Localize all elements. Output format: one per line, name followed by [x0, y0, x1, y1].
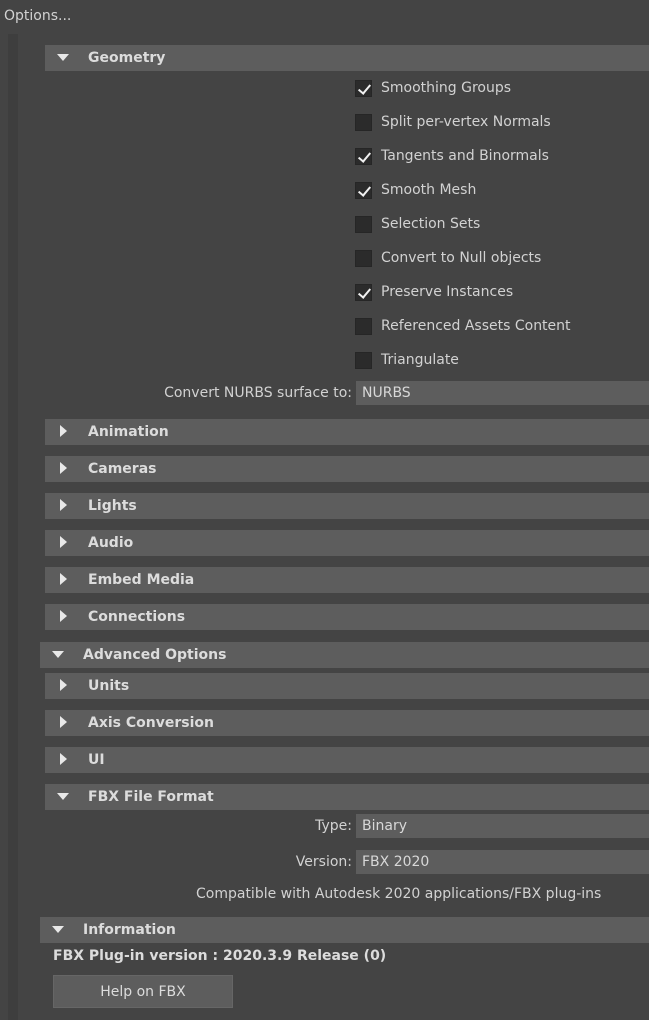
checkbox-label: Preserve Instances: [381, 284, 514, 300]
checkbox-smooth-mesh[interactable]: Smooth Mesh: [355, 179, 476, 201]
expand-right-icon: [57, 747, 73, 773]
checkbox-unchecked-icon[interactable]: [355, 317, 372, 335]
checkbox-checked-icon[interactable]: [355, 283, 372, 301]
expand-right-icon: [57, 567, 73, 593]
section-units-header[interactable]: Units: [45, 673, 649, 699]
checkbox-unchecked-icon[interactable]: [355, 249, 372, 267]
window-title: Options...: [4, 8, 72, 24]
section-audio-label: Audio: [88, 535, 134, 551]
checkbox-checked-icon[interactable]: [355, 79, 372, 97]
section-connections-header[interactable]: Connections: [45, 604, 649, 630]
checkbox-tangents-and-binormals[interactable]: Tangents and Binormals: [355, 145, 549, 167]
fbx-type-dropdown[interactable]: Binary: [356, 814, 649, 838]
checkbox-label: Smooth Mesh: [381, 182, 477, 198]
section-audio-header[interactable]: Audio: [45, 530, 649, 556]
expand-right-icon: [57, 673, 73, 699]
checkbox-label: Smoothing Groups: [381, 80, 512, 96]
fbx-version-label: Version:: [295, 854, 352, 870]
section-advanced-options-header[interactable]: Advanced Options: [40, 642, 649, 668]
section-units-label: Units: [88, 678, 130, 694]
checkbox-triangulate[interactable]: Triangulate: [355, 349, 459, 371]
checkbox-split-per-vertex-normals[interactable]: Split per-vertex Normals: [355, 111, 551, 133]
checkbox-checked-icon[interactable]: [355, 181, 372, 199]
checkbox-smoothing-groups[interactable]: Smoothing Groups: [355, 77, 511, 99]
checkbox-selection-sets[interactable]: Selection Sets: [355, 213, 480, 235]
checkbox-unchecked-icon[interactable]: [355, 215, 372, 233]
section-geometry-label: Geometry: [88, 50, 166, 66]
expand-right-icon: [57, 604, 73, 630]
expand-down-icon: [57, 784, 73, 810]
expand-right-icon: [57, 530, 73, 556]
section-ui-label: UI: [88, 752, 105, 768]
section-connections-label: Connections: [88, 609, 186, 625]
section-embed-media-header[interactable]: Embed Media: [45, 567, 649, 593]
section-advanced-options-label: Advanced Options: [83, 647, 227, 663]
checkbox-unchecked-icon[interactable]: [355, 113, 372, 131]
compatibility-note: Compatible with Autodesk 2020 applicatio…: [196, 886, 602, 902]
section-information-header[interactable]: Information: [40, 917, 649, 943]
checkbox-preserve-instances[interactable]: Preserve Instances: [355, 281, 513, 303]
section-fbx-file-format-label: FBX File Format: [88, 789, 214, 805]
fbx-type-label: Type:: [315, 818, 352, 834]
checkbox-label: Convert to Null objects: [381, 250, 542, 266]
expand-down-icon: [52, 917, 68, 943]
checkbox-label: Split per-vertex Normals: [381, 114, 551, 130]
plugin-version-text: FBX Plug-in version : 2020.3.9 Release (…: [53, 948, 387, 964]
expand-right-icon: [57, 710, 73, 736]
expand-down-icon: [52, 642, 68, 668]
checkbox-label: Referenced Assets Content: [381, 318, 571, 334]
checkbox-label: Selection Sets: [381, 216, 481, 232]
left-gutter: [8, 34, 18, 1020]
expand-right-icon: [57, 419, 73, 445]
expand-right-icon: [57, 456, 73, 482]
help-on-fbx-button[interactable]: Help on FBX: [53, 975, 233, 1008]
section-lights-header[interactable]: Lights: [45, 493, 649, 519]
checkbox-unchecked-icon[interactable]: [355, 351, 372, 369]
title-bar: Options...: [0, 0, 649, 34]
section-axis-conversion-label: Axis Conversion: [88, 715, 214, 731]
section-information-label: Information: [83, 922, 176, 938]
section-axis-conversion-header[interactable]: Axis Conversion: [45, 710, 649, 736]
section-ui-header[interactable]: UI: [45, 747, 649, 773]
section-geometry-header[interactable]: Geometry: [45, 45, 649, 71]
section-embed-media-label: Embed Media: [88, 572, 195, 588]
section-cameras-header[interactable]: Cameras: [45, 456, 649, 482]
section-fbx-file-format-header[interactable]: FBX File Format: [45, 784, 649, 810]
checkbox-label: Tangents and Binormals: [381, 148, 549, 164]
checkbox-referenced-assets-content[interactable]: Referenced Assets Content: [355, 315, 571, 337]
fbx-version-dropdown[interactable]: FBX 2020: [356, 850, 649, 874]
section-cameras-label: Cameras: [88, 461, 157, 477]
section-animation-header[interactable]: Animation: [45, 419, 649, 445]
section-animation-label: Animation: [88, 424, 169, 440]
nurbs-convert-label: Convert NURBS surface to:: [164, 385, 352, 401]
section-lights-label: Lights: [88, 498, 137, 514]
nurbs-convert-dropdown[interactable]: NURBS: [356, 381, 649, 405]
expand-right-icon: [57, 493, 73, 519]
checkbox-label: Triangulate: [381, 352, 459, 368]
expand-down-icon: [57, 45, 73, 71]
checkbox-convert-to-null-objects[interactable]: Convert to Null objects: [355, 247, 541, 269]
checkbox-checked-icon[interactable]: [355, 147, 372, 165]
